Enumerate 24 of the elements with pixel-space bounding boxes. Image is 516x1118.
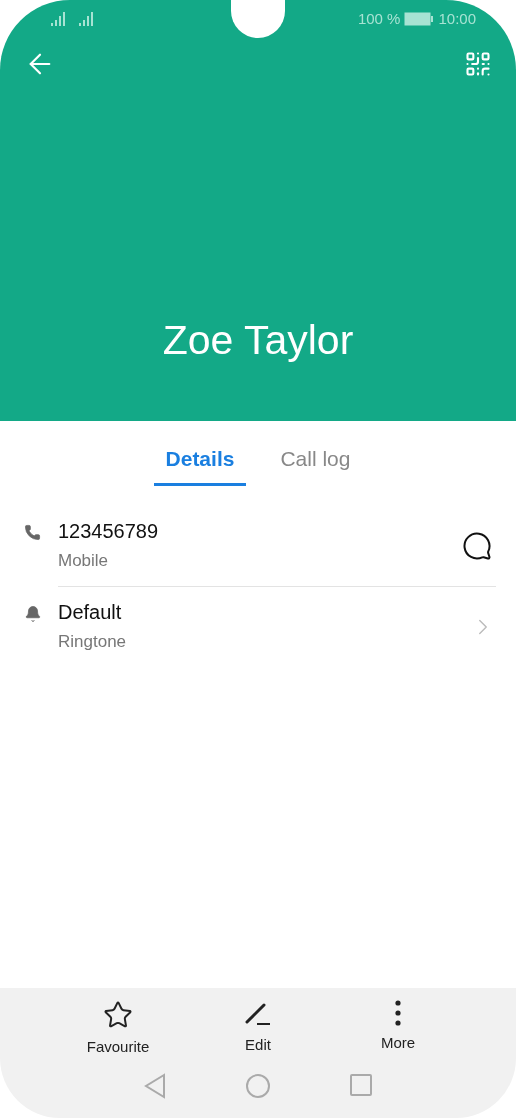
star-icon [103, 1000, 133, 1030]
signal-icon [78, 12, 94, 26]
detail-value: 123456789 [58, 518, 160, 544]
battery-percent: 100 % [357, 8, 401, 29]
action-button[interactable]: Edit [213, 1000, 303, 1059]
action-button[interactable]: More [353, 1000, 443, 1059]
detail-label: Ringtone [58, 630, 128, 653]
detail-value: Default [58, 599, 123, 625]
battery-icon [404, 12, 435, 26]
nav-home-icon[interactable] [245, 1072, 271, 1099]
contact-name: Zoe Taylor [162, 315, 354, 365]
phone-icon [24, 523, 41, 541]
tab[interactable]: Call log [268, 443, 363, 486]
camera-notch [231, 0, 285, 38]
nav-recents-icon[interactable] [349, 1072, 373, 1097]
nav-back-icon[interactable] [143, 1072, 167, 1099]
bell-icon [24, 604, 42, 623]
qr-code-button[interactable] [464, 50, 492, 78]
signal-icon [50, 12, 66, 26]
status-time: 10:00 [438, 8, 476, 29]
more-icon [395, 1000, 401, 1026]
action-button[interactable]: Favourite [73, 1000, 163, 1059]
detail-label: Mobile [58, 549, 110, 572]
tab[interactable]: Details [153, 443, 247, 486]
